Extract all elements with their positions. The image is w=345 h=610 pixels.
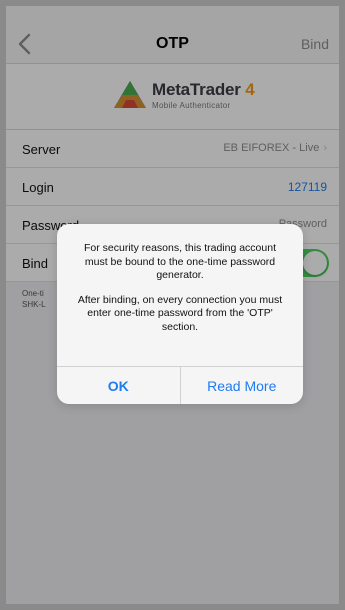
security-alert-dialog: For security reasons, this trading accou… bbox=[57, 224, 303, 404]
alert-paragraph-2: After binding, on every connection you m… bbox=[77, 293, 283, 333]
ok-button[interactable]: OK bbox=[57, 367, 181, 404]
alert-message: For security reasons, this trading accou… bbox=[57, 224, 303, 366]
read-more-button[interactable]: Read More bbox=[181, 367, 304, 404]
alert-paragraph-1: For security reasons, this trading accou… bbox=[83, 242, 276, 281]
alert-button-bar: OK Read More bbox=[57, 366, 303, 404]
app-screen: OTP Bind MetaTrader 4 Mobile Authenticat… bbox=[6, 6, 339, 604]
